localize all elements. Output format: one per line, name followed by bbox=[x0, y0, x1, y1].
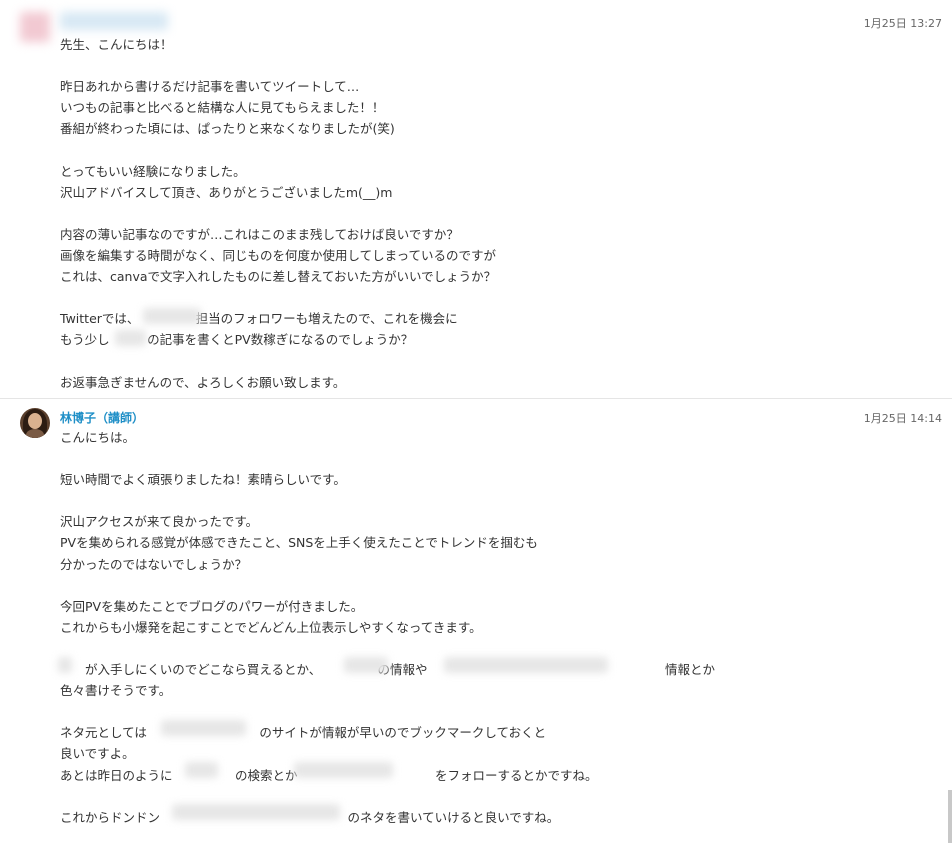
message-line: 画像を編集する時間がなく、同じものを何度か使用してしまっているのですが bbox=[60, 247, 497, 263]
message-line bbox=[60, 575, 880, 596]
message-item: 林博子（講師） 1月25日 14:14 こんにちは。 短い時間でよく頑張りました… bbox=[0, 399, 952, 843]
redacted-text bbox=[185, 762, 218, 778]
message-item: 1月25日 13:27 先生、こんにちは！ 昨日あれから書けるだけ記事を書いてツ… bbox=[0, 0, 952, 398]
instructor-avatar[interactable] bbox=[20, 408, 50, 438]
message-line: あとは昨日のように の検索とか をフォローするとかですね。 bbox=[60, 767, 598, 783]
message-line: 分かったのではないでしょうか？ bbox=[60, 556, 248, 572]
sender-avatar[interactable] bbox=[20, 12, 50, 42]
message-line bbox=[60, 448, 880, 469]
message-line: 昨日あれから書けるだけ記事を書いてツイートして… bbox=[60, 79, 360, 95]
message-line bbox=[60, 490, 880, 511]
redacted-text bbox=[294, 762, 393, 778]
message-line bbox=[60, 55, 880, 76]
redacted-text bbox=[444, 657, 608, 673]
message-line: 色々書けそうです。 bbox=[60, 683, 172, 699]
redacted-text bbox=[172, 804, 340, 820]
message-line bbox=[60, 203, 880, 224]
scrollbar-thumb[interactable] bbox=[948, 790, 952, 843]
message-line: これは、canvaで文字入れしたものに差し替えておいた方がいいでしょうか？ bbox=[60, 269, 497, 285]
sender-name[interactable]: 林博子（講師） bbox=[60, 409, 144, 426]
message-timestamp: 1月25日 14:14 bbox=[863, 412, 942, 425]
message-line bbox=[60, 139, 880, 160]
message-line: とってもいい経験になりました。 bbox=[60, 163, 246, 179]
message-line: 先生、こんにちは！ bbox=[60, 37, 173, 52]
message-line: こんにちは。 bbox=[60, 430, 136, 445]
message-body: こんにちは。 短い時間でよく頑張りましたね！素晴らしいです。 沢山アクセスが来て… bbox=[60, 427, 880, 828]
avatar-face bbox=[28, 413, 42, 429]
message-line: 良いですよ。 bbox=[60, 746, 135, 762]
sender-name-redacted bbox=[60, 12, 168, 30]
message-body: 先生、こんにちは！ 昨日あれから書けるだけ記事を書いてツイートして… いつもの記… bbox=[60, 34, 880, 393]
message-line: PVを集められる感覚が体感できたこと、SNSを上手く使えたことでトレンドを掴むも bbox=[60, 535, 538, 551]
message-line: 今回PVを集めたことでブログのパワーが付きました。 bbox=[60, 598, 364, 614]
message-line bbox=[60, 287, 880, 308]
message-line: これからも小爆発を起こすことでどんどん上位表示しやすくなってきます。 bbox=[60, 619, 482, 635]
message-line bbox=[60, 350, 880, 371]
message-timestamp: 1月25日 13:27 bbox=[863, 17, 942, 30]
message-line: もう少し の記事を書くとPV数稼ぎになるのでしょうか？ bbox=[60, 332, 414, 348]
message-line: いつもの記事と比べると結構な人に見てもらえました！！ bbox=[60, 100, 385, 116]
message-line: 短い時間でよく頑張りましたね！素晴らしいです。 bbox=[60, 472, 346, 488]
message-line: 沢山アドバイスして頂き、ありがとうございましたm(__)m bbox=[60, 184, 393, 200]
message-line: 内容の薄い記事なのですが…これはこのまま残しておけば良いですか？ bbox=[60, 226, 459, 242]
message-line bbox=[60, 638, 880, 659]
redacted-text bbox=[143, 308, 201, 324]
redacted-text bbox=[115, 330, 146, 346]
message-line: 沢山アクセスが来て良かったです。 bbox=[60, 514, 259, 530]
redacted-text bbox=[161, 720, 246, 736]
redacted-text bbox=[58, 657, 72, 673]
message-line: お返事急ぎませんので、よろしくお願い致します。 bbox=[60, 374, 346, 390]
message-line: 番組が終わった頃には、ぱったりと来なくなりましたが(笑) bbox=[60, 121, 395, 137]
redacted-text bbox=[344, 657, 388, 673]
avatar-body bbox=[26, 429, 44, 438]
